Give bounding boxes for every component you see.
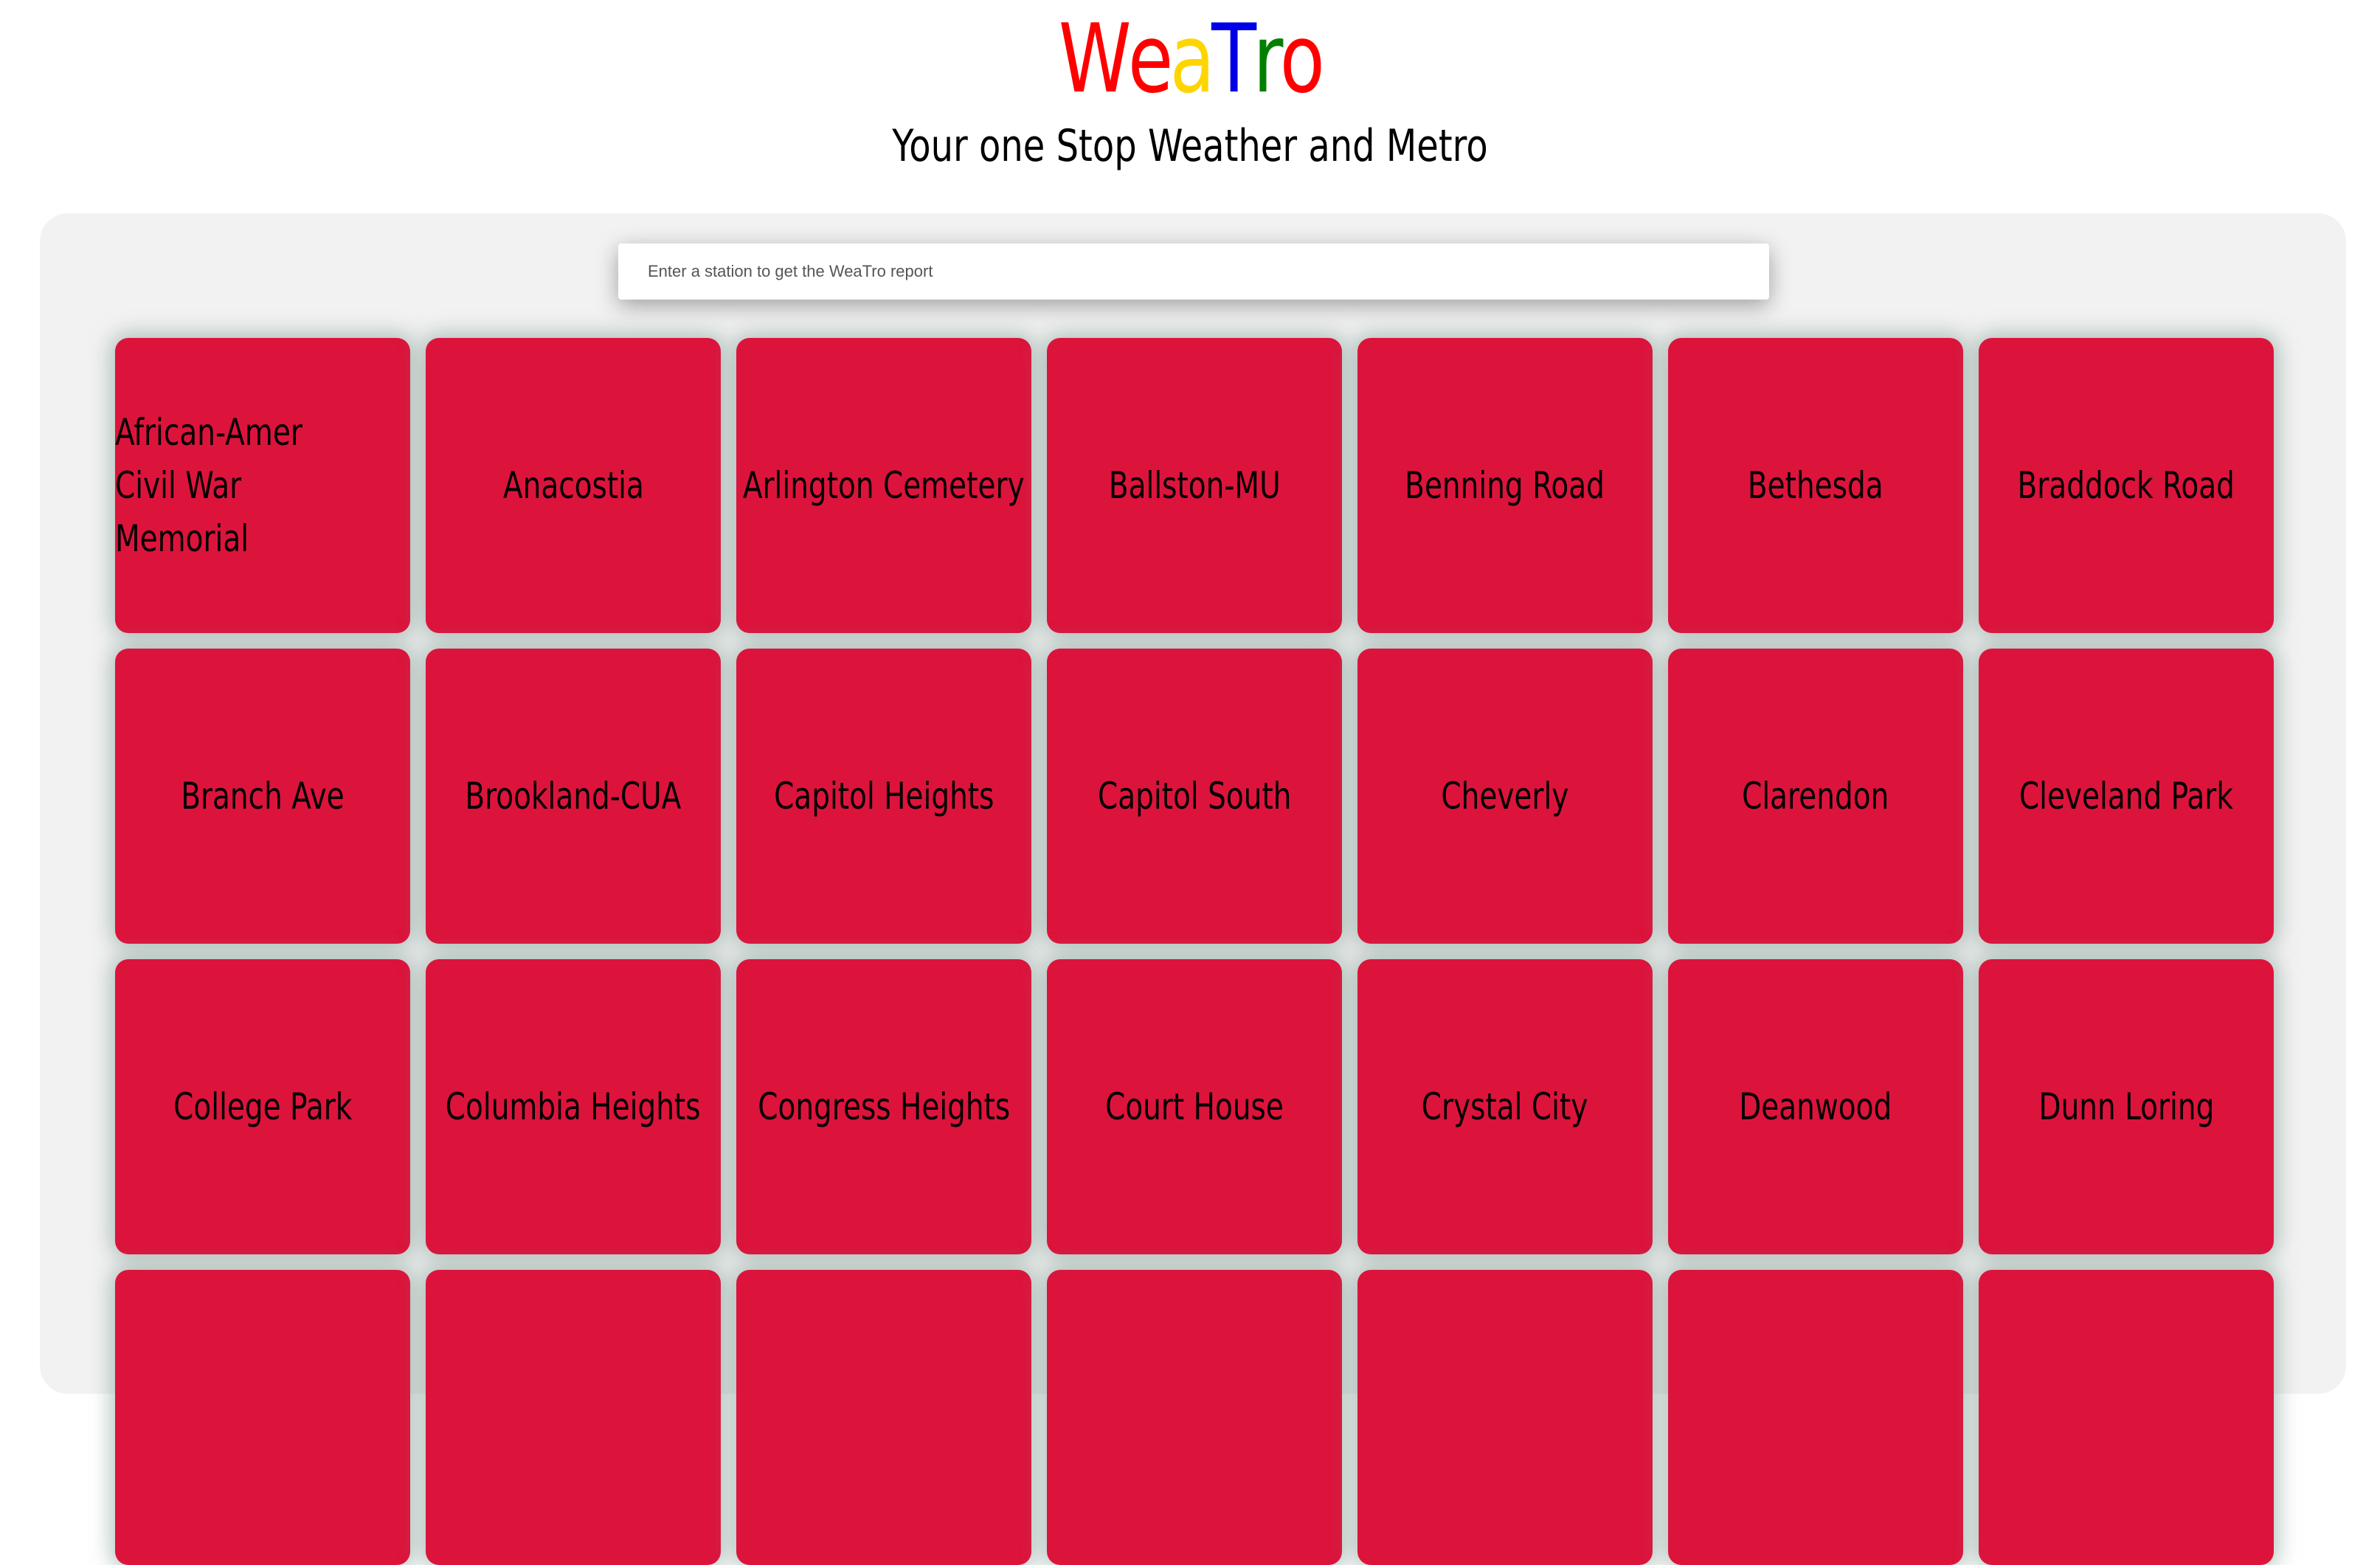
station-card-label: Cheverly — [1441, 775, 1569, 818]
logo-letter: T — [1211, 4, 1256, 114]
station-card[interactable]: Cheverly — [1357, 649, 1653, 944]
station-search-input[interactable] — [618, 243, 1769, 300]
station-card[interactable] — [426, 1270, 721, 1565]
station-grid: African-Amer Civil War Memorial Anacostia… — [115, 338, 2274, 1565]
station-card-label: Deanwood — [1739, 1085, 1892, 1128]
logo-letter: W — [1058, 4, 1132, 114]
station-card-label: Bethesda — [1748, 464, 1883, 507]
station-card-label: Arlington Cemetery — [743, 464, 1025, 507]
station-card[interactable]: Capitol South — [1047, 649, 1342, 944]
station-card-label: College Park — [173, 1085, 353, 1128]
station-card[interactable]: Benning Road — [1357, 338, 1653, 633]
station-card[interactable]: Deanwood — [1668, 959, 1963, 1254]
station-card[interactable]: Branch Ave — [115, 649, 410, 944]
station-card-label: Brookland-CUA — [465, 775, 682, 818]
station-card[interactable]: Clarendon — [1668, 649, 1963, 944]
station-card-label: Capitol South — [1097, 775, 1292, 818]
station-card[interactable] — [1047, 1270, 1342, 1565]
station-card[interactable]: Congress Heights — [736, 959, 1031, 1254]
station-card[interactable]: Capitol Heights — [736, 649, 1031, 944]
station-card-label: Ballston-MU — [1108, 464, 1281, 507]
station-card[interactable]: Columbia Heights — [426, 959, 721, 1254]
station-card[interactable] — [115, 1270, 410, 1565]
station-card[interactable]: Arlington Cemetery — [736, 338, 1031, 633]
station-card-label: Dunn Loring — [2038, 1085, 2214, 1128]
logo-letter: e — [1127, 4, 1173, 114]
station-card-label: Benning Road — [1405, 464, 1605, 507]
page-tagline: Your one Stop Weather and Metro — [892, 120, 1488, 172]
station-card[interactable]: Brookland-CUA — [426, 649, 721, 944]
station-card-label: Congress Heights — [757, 1085, 1011, 1128]
station-card[interactable]: Ballston-MU — [1047, 338, 1342, 633]
station-card[interactable] — [1668, 1270, 1963, 1565]
station-card-label: Clarendon — [1742, 775, 1889, 818]
logo-letter: a — [1169, 4, 1215, 114]
station-card[interactable] — [1979, 1270, 2274, 1565]
logo-letter: o — [1279, 4, 1325, 114]
station-card-label: African-Amer Civil War Memorial — [115, 411, 302, 560]
station-card[interactable]: Court House — [1047, 959, 1342, 1254]
station-card-label: Columbia Heights — [446, 1085, 701, 1128]
station-card-label: Capitol Heights — [773, 775, 994, 818]
station-card[interactable]: College Park — [115, 959, 410, 1254]
station-card[interactable]: Braddock Road — [1979, 338, 2274, 633]
station-card[interactable]: African-Amer Civil War Memorial — [115, 338, 410, 633]
station-card[interactable]: Bethesda — [1668, 338, 1963, 633]
station-card[interactable]: Crystal City — [1357, 959, 1653, 1254]
logo-letter: r — [1253, 4, 1283, 114]
station-card[interactable]: Anacostia — [426, 338, 721, 633]
station-card-label: Court House — [1105, 1085, 1284, 1128]
station-card-label: Cleveland Park — [2018, 775, 2234, 818]
station-card[interactable]: Dunn Loring — [1979, 959, 2274, 1254]
app-logo: WeaTro — [262, 4, 2118, 115]
station-card-label: Braddock Road — [2017, 464, 2235, 507]
station-card[interactable] — [736, 1270, 1031, 1565]
station-card[interactable] — [1357, 1270, 1653, 1565]
station-card-label: Branch Ave — [181, 775, 345, 818]
station-card-label: Anacostia — [502, 464, 644, 507]
station-card-label: Crystal City — [1422, 1085, 1588, 1128]
station-card[interactable]: Cleveland Park — [1979, 649, 2274, 944]
